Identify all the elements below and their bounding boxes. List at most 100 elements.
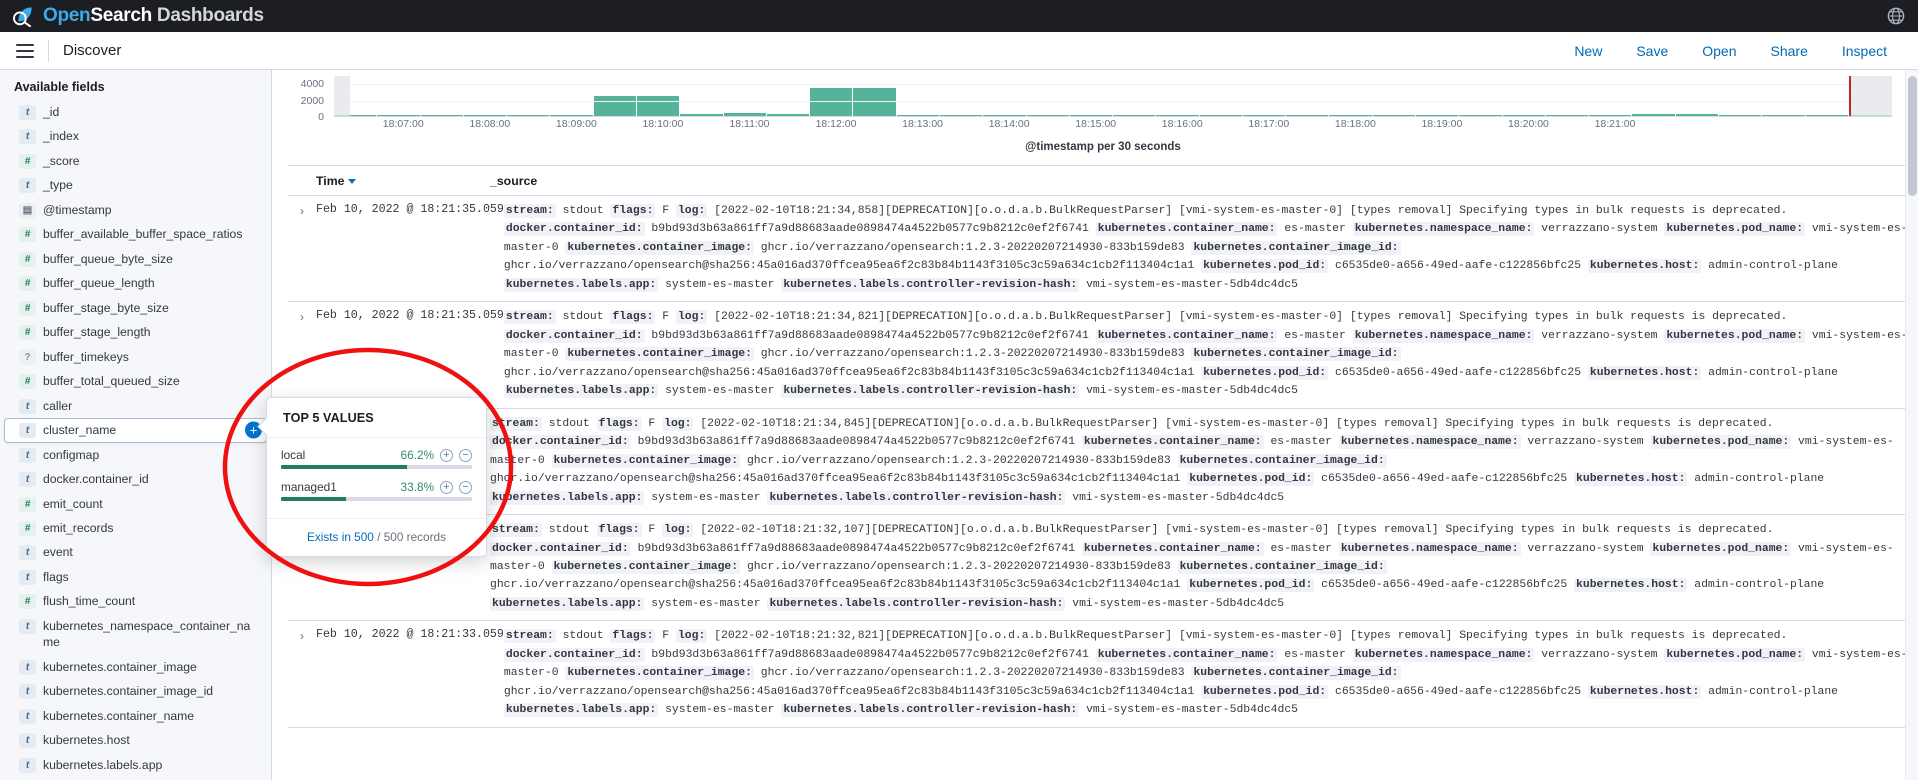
sidebar-field-docker-container-id[interactable]: t docker.container_id <box>4 467 267 491</box>
histogram-plot[interactable] <box>334 76 1892 117</box>
expand-row-icon[interactable]: › <box>288 308 316 400</box>
popover-value-bar-fill <box>281 465 408 469</box>
table-row[interactable]: › Feb 10, 2022 @ 18:21:33.059 stream: stdo… <box>288 621 1918 728</box>
source-field-key: kubernetes.container_name: <box>1095 222 1278 237</box>
share-button[interactable]: Share <box>1754 39 1825 63</box>
nav-actions: New Save Open Share Inspect <box>1557 32 1904 70</box>
filter-out-value-icon[interactable]: − <box>459 448 472 462</box>
histogram-bar[interactable] <box>1069 115 1113 116</box>
histogram-bar[interactable] <box>420 115 463 116</box>
sidebar-field-kubernetes-container-image[interactable]: t kubernetes.container_image <box>4 655 267 679</box>
sidebar-field--timestamp[interactable]: ▤ @timestamp <box>4 198 267 222</box>
sidebar-field--type[interactable]: t _type <box>4 173 267 197</box>
sidebar-field-buffer-timekeys[interactable]: ? buffer_timekeys <box>4 345 267 369</box>
histogram-bar[interactable] <box>1372 114 1416 116</box>
histogram-bar[interactable] <box>766 113 810 116</box>
histogram-bar[interactable] <box>1502 114 1545 116</box>
sidebar-field-emit-records[interactable]: # emit_records <box>4 516 267 540</box>
sidebar-field-cluster-name[interactable]: t cluster_name + <box>4 418 267 443</box>
histogram-bar[interactable] <box>1762 114 1805 116</box>
source-field-key: stream: <box>490 416 542 431</box>
histogram-bar[interactable] <box>1589 114 1632 116</box>
vertical-scrollbar[interactable] <box>1905 70 1918 780</box>
source-column-header[interactable]: _source <box>490 174 1918 188</box>
histogram-bar[interactable] <box>1545 114 1589 116</box>
source-field-key: kubernetes.container_name: <box>1095 328 1278 343</box>
hamburger-menu-icon[interactable] <box>16 43 34 58</box>
histogram-bar[interactable] <box>1459 114 1502 116</box>
histogram-bar[interactable] <box>1156 114 1199 116</box>
sidebar-field-flush-time-count[interactable]: # flush_time_count <box>4 589 267 613</box>
source-field-value: verrazzano-system <box>1541 223 1658 236</box>
histogram-bar[interactable] <box>550 115 593 116</box>
table-row[interactable]: › Feb 10, 2022 @ 18:21:35.059 stream: stdo… <box>288 196 1918 303</box>
filter-for-value-icon[interactable]: + <box>440 480 453 494</box>
histogram-bar[interactable] <box>1286 114 1329 116</box>
histogram-bar[interactable] <box>1632 114 1675 116</box>
inspect-button[interactable]: Inspect <box>1825 39 1904 63</box>
histogram-bar[interactable] <box>1026 115 1069 116</box>
field-name-label: kubernetes.container_image_id <box>43 684 214 699</box>
save-button[interactable]: Save <box>1619 39 1685 63</box>
expand-row-icon[interactable]: › <box>288 202 316 294</box>
histogram-bar[interactable] <box>1719 114 1762 116</box>
table-row[interactable]: ›stream: stdout flags: F log: [2022-02-1… <box>288 409 1918 516</box>
sidebar-field-buffer-stage-length[interactable]: # buffer_stage_length <box>4 320 267 344</box>
sidebar-field--score[interactable]: # _score <box>4 149 267 173</box>
histogram-bar[interactable] <box>593 96 636 116</box>
sidebar-field-kubernetes-labels-app[interactable]: t kubernetes.labels.app <box>4 753 267 777</box>
sidebar-field--id[interactable]: t _id <box>4 100 267 124</box>
table-row[interactable]: ›stream: stdout flags: F log: [2022-02-1… <box>288 515 1918 622</box>
histogram-bar[interactable] <box>983 114 1026 116</box>
sidebar-field-event[interactable]: t event <box>4 540 267 564</box>
globe-icon[interactable] <box>1886 6 1906 26</box>
source-field-value: stdout <box>548 524 590 537</box>
histogram-bar[interactable] <box>1242 115 1286 116</box>
filter-for-value-icon[interactable]: + <box>440 448 453 462</box>
histogram-bar[interactable] <box>463 115 507 116</box>
header-right-tools <box>1886 0 1906 32</box>
sidebar-field-flags[interactable]: t flags <box>4 565 267 589</box>
histogram-bar[interactable] <box>507 115 550 116</box>
sort-descending-icon[interactable] <box>348 178 357 184</box>
sidebar-field-caller[interactable]: t caller <box>4 394 267 418</box>
sidebar-field-buffer-queue-length[interactable]: # buffer_queue_length <box>4 271 267 295</box>
histogram-bar[interactable] <box>853 88 896 116</box>
open-button[interactable]: Open <box>1685 39 1753 63</box>
histogram-bar[interactable] <box>1329 114 1372 116</box>
filter-out-value-icon[interactable]: − <box>459 480 472 494</box>
sidebar-field-kubernetes-container-image-id[interactable]: t kubernetes.container_image_id <box>4 679 267 703</box>
source-field-value: b9bd93d3b63a861ff7a9d88683aade0898474a45… <box>637 542 1076 555</box>
sidebar-field-buffer-stage-byte-size[interactable]: # buffer_stage_byte_size <box>4 296 267 320</box>
sidebar-field-buffer-available-buffer-space-ratios[interactable]: # buffer_available_buffer_space_ratios <box>4 222 267 246</box>
sidebar-field-kubernetes-namespace-container-name[interactable]: t kubernetes_namespace_container_name <box>4 614 267 655</box>
time-column-header[interactable]: Time <box>316 174 490 188</box>
new-button[interactable]: New <box>1557 39 1619 63</box>
histogram-x-axis: 18:07:00 18:08:00 18:09:00 18:10:00 18:11:00… <box>334 118 1892 132</box>
sidebar-field-configmap[interactable]: t configmap <box>4 443 267 467</box>
histogram-bar[interactable] <box>896 115 939 116</box>
sidebar-field--index[interactable]: t _index <box>4 124 267 148</box>
brand[interactable]: OpenSearch Dashboards <box>10 5 264 27</box>
histogram-bar[interactable] <box>1805 115 1848 116</box>
exists-in-link[interactable]: Exists in 500 <box>307 530 374 544</box>
brand-open: Open <box>43 5 91 26</box>
sidebar-field-emit-count[interactable]: # emit_count <box>4 492 267 516</box>
sidebar-field-kubernetes-container-name[interactable]: t kubernetes.container_name <box>4 704 267 728</box>
histogram-bar[interactable] <box>723 113 766 116</box>
histogram-bar[interactable] <box>1113 114 1156 116</box>
expand-row-icon[interactable]: › <box>288 627 316 719</box>
histogram-bar[interactable] <box>1199 115 1242 116</box>
histogram-bar[interactable] <box>810 88 853 116</box>
histogram-bar[interactable] <box>680 113 723 116</box>
table-row[interactable]: › Feb 10, 2022 @ 18:21:35.059 stream: stdo… <box>288 302 1918 409</box>
histogram-bar[interactable] <box>939 114 983 116</box>
sidebar-field-buffer-queue-byte-size[interactable]: # buffer_queue_byte_size <box>4 247 267 271</box>
scrollbar-thumb[interactable] <box>1908 76 1917 196</box>
histogram-bar[interactable] <box>377 115 420 116</box>
histogram-bar[interactable] <box>636 96 680 116</box>
sidebar-field-buffer-total-queued-size[interactable]: # buffer_total_queued_size <box>4 369 267 393</box>
histogram-bar[interactable] <box>1416 114 1459 116</box>
sidebar-field-kubernetes-host[interactable]: t kubernetes.host <box>4 728 267 752</box>
histogram-bar[interactable] <box>1675 114 1718 116</box>
